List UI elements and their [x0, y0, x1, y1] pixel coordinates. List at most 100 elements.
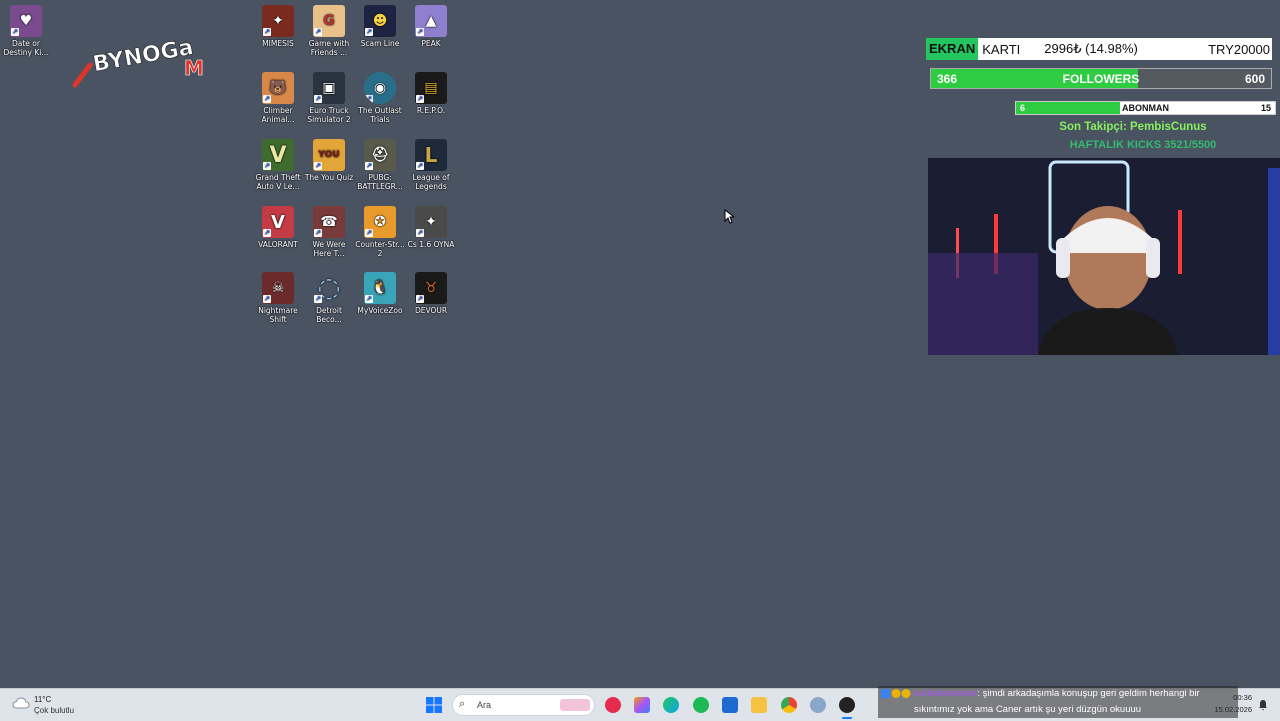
desktop-icon-repo[interactable]: ▤ ↗ R.E.P.O.	[405, 72, 457, 115]
gpu-goal-target: TRY20000	[1208, 41, 1270, 57]
chat-username: surfeeeeeeeee	[914, 688, 978, 699]
desktop-icon-pubg[interactable]: ⛑ ↗ PUBG: BATTLEGR...	[354, 139, 406, 191]
icon-label: Detroit Beco...	[316, 306, 342, 324]
game-icon: ◌ ↗	[313, 272, 345, 304]
game-icon: V ↗	[262, 139, 294, 171]
desktop-icon-you-quiz[interactable]: YOU ↗ The You Quiz	[303, 139, 355, 182]
game-icon: ☻ ↗	[364, 5, 396, 37]
active-app-indicator	[842, 717, 852, 719]
desktop-icon-gta-v[interactable]: V ↗ Grand Theft Auto V Le...	[252, 139, 304, 191]
taskbar-copilot-icon[interactable]	[634, 697, 650, 713]
desktop-icon-mimesis[interactable]: ✦ ↗ MIMESIS	[252, 5, 304, 48]
game-icon: ✦ ↗	[262, 5, 294, 37]
taskbar-spotify-icon[interactable]	[693, 697, 709, 713]
followers-goal-bar: 366 FOLLOWERS 600	[930, 68, 1272, 89]
webcam-image	[928, 158, 1280, 355]
subscriber-label: ABONMAN	[1122, 103, 1169, 113]
icon-label: Nightmare Shift	[258, 306, 298, 324]
game-icon: 🐧 ↗	[364, 272, 396, 304]
icon-label: Scam Line	[360, 39, 400, 48]
gpu-goal-progress: 2996₺ (14.98%)	[1044, 41, 1138, 56]
desktop-icon-date-or-destiny[interactable]: ♥ ↗ Date or Destiny Ki...	[0, 5, 52, 57]
game-icon: ☎ ↗	[313, 206, 345, 238]
game-icon: ▤ ↗	[415, 72, 447, 104]
svg-text:M: M	[184, 56, 204, 80]
icon-label: Counter-Str... 2	[355, 240, 405, 258]
subscriber-goal-bar: 6 ABONMAN 15	[1015, 101, 1276, 115]
desktop-icon-we-were-here[interactable]: ☎ ↗ We Were Here T...	[303, 206, 355, 258]
game-icon: ⛑ ↗	[364, 139, 396, 171]
search-icon: ⌕	[459, 698, 466, 710]
weather-temp: 11°C	[34, 695, 52, 704]
icon-label: The Outlast Trials	[358, 106, 402, 124]
desktop-icon-valorant[interactable]: V ↗ VALORANT	[252, 206, 304, 249]
desktop-icon-devour[interactable]: ♉ ↗ DEVOUR	[405, 272, 457, 315]
icon-label: League of Legends	[412, 173, 450, 191]
icon-label: MIMESIS	[262, 39, 294, 48]
desktop-icon-peak[interactable]: ▲ ↗ PEAK	[405, 5, 457, 48]
game-icon: ◉ ↗	[364, 72, 396, 104]
desktop-icon-euro-truck[interactable]: ▣ ↗ Euro Truck Simulator 2	[303, 72, 355, 124]
icon-label: Grand Theft Auto V Le...	[255, 173, 301, 191]
gpu-goal-label: KARTI	[982, 41, 1021, 57]
webcam-feed	[928, 158, 1280, 355]
icon-label: Cs 1.6 OYNA	[407, 240, 455, 249]
desktop-icon-counter-strike-2[interactable]: ✪ ↗ Counter-Str... 2	[354, 206, 406, 258]
chat-overlay: surfeeeeeeeee: şimdi arkadaşımla konuşup…	[878, 686, 1238, 718]
taskbar-app-red-icon[interactable]	[605, 697, 621, 713]
followers-goal: 600	[1244, 72, 1265, 86]
game-icon: ♉ ↗	[415, 272, 447, 304]
icon-label: MyVoiceZoo	[357, 306, 403, 315]
search-placeholder: Ara	[477, 700, 492, 710]
game-icon: ♥ ↗	[10, 5, 42, 37]
icon-label: VALORANT	[258, 240, 298, 249]
game-icon: G ↗	[313, 5, 345, 37]
icon-label: DEVOUR	[414, 306, 448, 315]
gpu-goal-highlight: EKRAN	[926, 38, 979, 60]
desktop-icon-outlast-trials[interactable]: ◉ ↗ The Outlast Trials	[354, 72, 406, 124]
game-icon: 🐻 ↗	[262, 72, 294, 104]
desktop-icon-climber-animals[interactable]: 🐻 ↗ Climber Animal...	[252, 72, 304, 124]
last-follower-text: Son Takipçi: PembisCunus	[1059, 121, 1207, 133]
followers-label: FOLLOWERS	[1062, 72, 1140, 86]
desktop-icon-game-with-friends[interactable]: G ↗ Game with Friends ...	[303, 5, 355, 57]
icon-label: Date or Destiny Ki...	[3, 39, 49, 57]
desktop-icon-league-of-legends[interactable]: L ↗ League of Legends	[405, 139, 457, 191]
taskbar-edge-icon[interactable]	[663, 697, 679, 713]
bynogam-logo: BYNOGa M	[72, 35, 204, 88]
taskbar-obs-icon[interactable]	[839, 697, 855, 713]
game-icon: ✦ ↗	[415, 206, 447, 238]
desktop-icon-myvoicezoo[interactable]: 🐧 ↗ MyVoiceZoo	[354, 272, 406, 315]
icon-label: PUBG: BATTLEGR...	[357, 173, 403, 191]
notification-bell-icon[interactable]	[1258, 698, 1268, 711]
taskbar-chrome-icon[interactable]	[781, 697, 797, 713]
icon-label: Game with Friends ...	[308, 39, 350, 57]
weather-desc: Çok bulutlu	[34, 706, 75, 715]
desktop-icon-scam-line[interactable]: ☻ ↗ Scam Line	[354, 5, 406, 48]
game-icon: YOU ↗	[313, 139, 345, 171]
gpu-goal-bar: EKRAN KARTI 2996₺ (14.98%) TRY20000	[926, 38, 1272, 60]
taskbar-store-icon[interactable]	[722, 697, 738, 713]
search-highlight-icon	[560, 699, 590, 711]
mouse-cursor-icon	[724, 209, 734, 224]
icon-label: Climber Animal...	[261, 106, 295, 124]
weekly-kicks-text: HAFTALIK KICKS 3521/5500	[1069, 139, 1217, 151]
icon-label: The You Quiz	[304, 173, 354, 182]
icon-label: R.E.P.O.	[416, 106, 446, 115]
search-box[interactable]: ⌕ Ara	[452, 694, 595, 716]
desktop-icon-detroit[interactable]: ◌ ↗ Detroit Beco...	[303, 272, 355, 324]
game-icon: ▲ ↗	[415, 5, 447, 37]
icon-label: PEAK	[421, 39, 441, 48]
subscriber-current: 6	[1020, 103, 1026, 113]
desktop-icon-nightmare-shift[interactable]: ☠ ↗ Nightmare Shift	[252, 272, 304, 324]
game-icon: ✪ ↗	[364, 206, 396, 238]
start-windows-icon[interactable]	[426, 697, 442, 713]
game-icon: ▣ ↗	[313, 72, 345, 104]
taskbar-settings-icon[interactable]	[810, 697, 826, 713]
svg-text:BYNOGa: BYNOGa	[91, 35, 195, 77]
desktop-icon-cs16[interactable]: ✦ ↗ Cs 1.6 OYNA	[405, 206, 457, 249]
weather-cloud-icon[interactable]	[12, 696, 30, 710]
icon-label: We Were Here T...	[312, 240, 346, 258]
taskbar-file-explorer-icon[interactable]	[751, 697, 767, 713]
game-icon: V ↗	[262, 206, 294, 238]
